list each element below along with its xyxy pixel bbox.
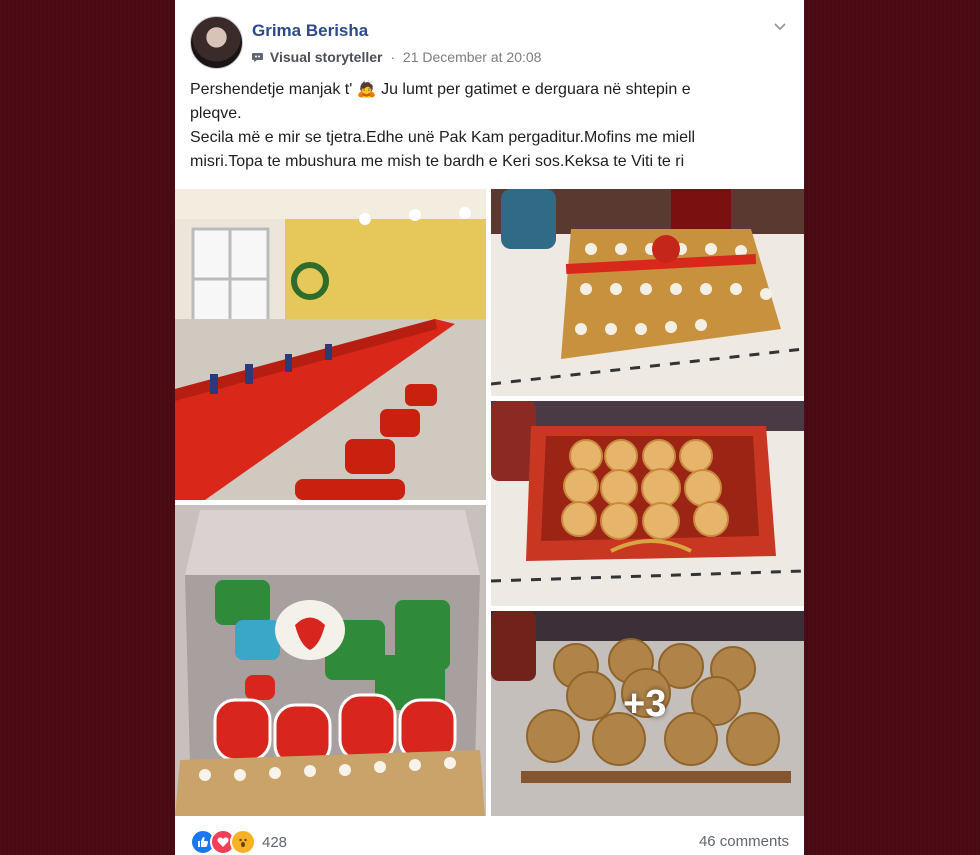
caption-line: pleqve. (190, 105, 242, 122)
photo-muffin-box[interactable] (491, 401, 804, 606)
avatar[interactable] (190, 16, 243, 69)
badge-label[interactable]: Visual storyteller (270, 49, 383, 65)
photo-gift-box[interactable] (491, 189, 804, 396)
post-header: Grima Berisha Visual storyteller · 21 De… (190, 16, 790, 72)
more-photos-count[interactable]: +3 (623, 683, 666, 726)
author-name[interactable]: Grima Berisha (252, 21, 368, 41)
photo-grid: +3 (175, 189, 804, 816)
post-timestamp[interactable]: 21 December at 20:08 (403, 49, 542, 65)
post-meta: Visual storyteller · 21 December at 20:0… (252, 49, 541, 65)
caption-line: Pershendetje manjak t' 🙇 Ju lumt per gat… (190, 81, 691, 98)
photo-cookies-box[interactable] (175, 505, 486, 816)
wow-icon (230, 829, 256, 855)
photo-hall-tables[interactable] (175, 189, 486, 500)
photo-muffins-plate[interactable]: +3 (491, 611, 804, 816)
comments-link[interactable]: 46 comments (699, 833, 789, 850)
post-caption: Pershendetje manjak t' 🙇 Ju lumt per gat… (190, 78, 790, 174)
caption-line: Secila më e mir se tjetra.Edhe unë Pak K… (190, 129, 696, 146)
meta-separator: · (390, 49, 396, 65)
storyteller-badge-icon (252, 53, 263, 62)
post-card: Grima Berisha Visual storyteller · 21 De… (175, 0, 804, 855)
reaction-count[interactable]: 428 (262, 834, 287, 851)
caption-line: misri.Topa te mbushura me mish te bardh … (190, 153, 685, 170)
reactions-bar[interactable]: 428 (190, 829, 287, 855)
chevron-down-icon[interactable] (770, 18, 790, 38)
